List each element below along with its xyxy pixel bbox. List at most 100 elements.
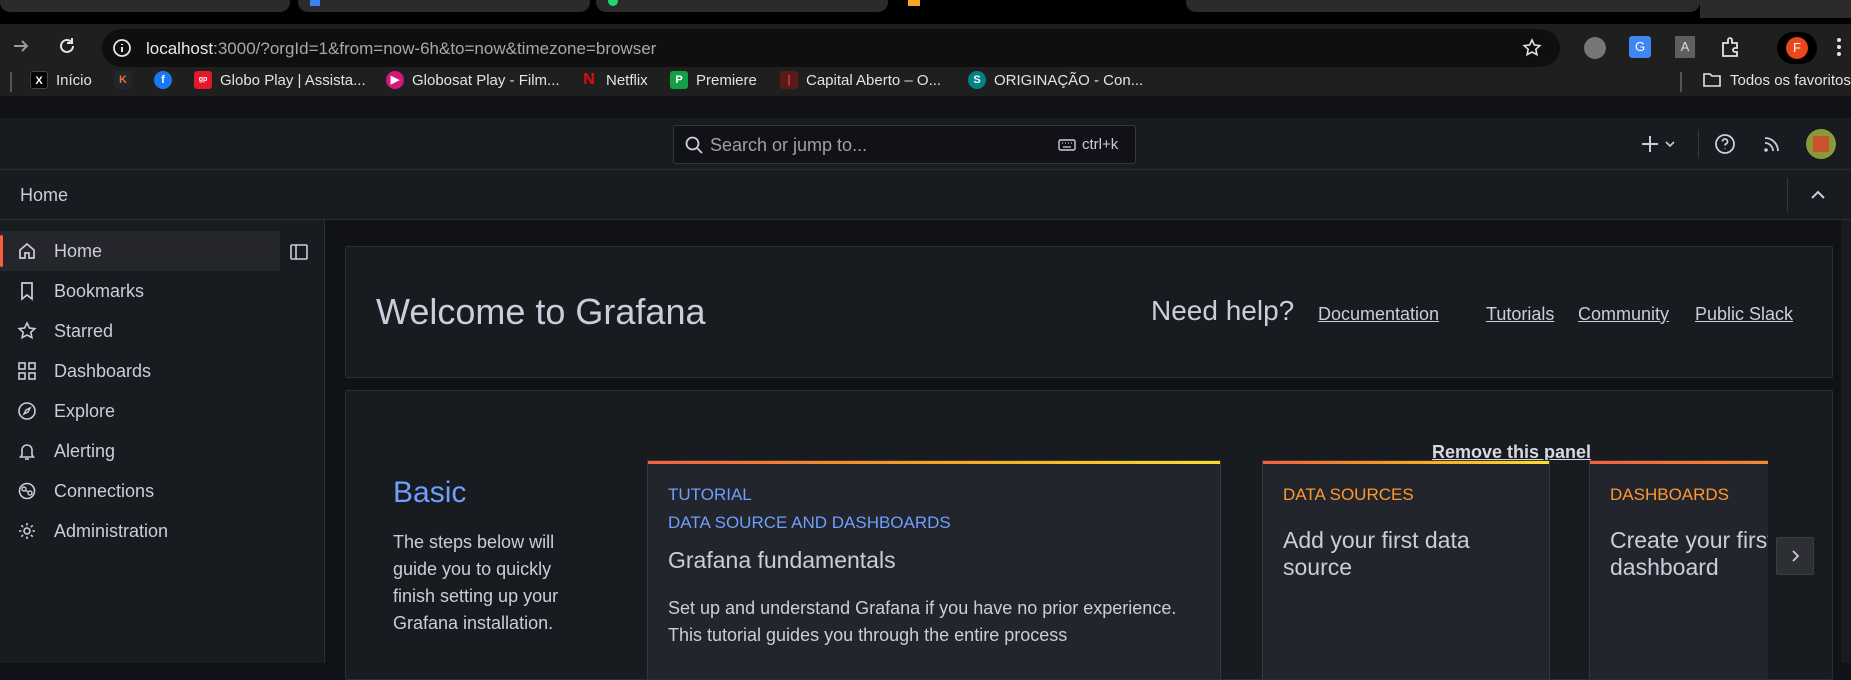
browser-tab[interactable] bbox=[0, 0, 290, 12]
star-icon bbox=[0, 321, 54, 341]
topbar-divider bbox=[1698, 130, 1699, 158]
bookmark-item[interactable]: X Início bbox=[30, 71, 92, 89]
datasources-card[interactable]: DATA SOURCES Add your first data source bbox=[1262, 460, 1550, 679]
bookmark-item[interactable]: ▶ Globosat Play - Film... bbox=[386, 71, 560, 89]
bookmarks-separator bbox=[1680, 72, 1682, 92]
basic-title: Basic bbox=[393, 476, 467, 509]
dock-menu-icon[interactable] bbox=[289, 242, 309, 262]
datasources-title: Add your first data source bbox=[1283, 527, 1470, 580]
search-input[interactable]: Search or jump to... ctrl+k bbox=[673, 125, 1136, 164]
avatar-pattern bbox=[1813, 136, 1829, 152]
google-translate-icon[interactable]: G bbox=[1629, 36, 1651, 58]
browser-tab[interactable] bbox=[1186, 0, 1700, 12]
browser-tab[interactable] bbox=[298, 0, 590, 12]
new-menu-button[interactable] bbox=[1640, 133, 1684, 155]
bookmark-item[interactable]: gp Globo Play | Assista... bbox=[194, 71, 366, 89]
reload-icon[interactable] bbox=[56, 35, 78, 57]
address-bar[interactable]: localhost:3000/?orgId=1&from=now-6h&to=n… bbox=[102, 29, 1560, 67]
site-info-icon[interactable] bbox=[112, 38, 132, 58]
extension-a-icon[interactable]: A bbox=[1675, 36, 1695, 58]
bookmark-item[interactable]: K bbox=[114, 71, 132, 89]
breadcrumb-bar: Home bbox=[0, 170, 1851, 220]
all-bookmarks-folder[interactable]: Todos os favoritos bbox=[1702, 71, 1851, 89]
tutorial-title: Grafana fundamentals bbox=[668, 547, 896, 573]
dashboards-card-clip: DASHBOARDS Create your first dashboard bbox=[1589, 460, 1768, 679]
x-logo-icon: X bbox=[30, 71, 48, 89]
card-accent-bar bbox=[1590, 461, 1768, 464]
bookmark-item[interactable]: S ORIGINAÇÃO - Con... bbox=[968, 71, 1143, 89]
bookmark-item[interactable]: N Netflix bbox=[580, 71, 647, 89]
tutorial-description: Set up and understand Grafana if you hav… bbox=[668, 598, 1177, 645]
whatsapp-icon bbox=[608, 0, 618, 6]
tutorials-link[interactable]: Tutorials bbox=[1486, 304, 1554, 325]
capital-aberto-icon: | bbox=[780, 71, 798, 89]
bookmark-item[interactable]: f bbox=[154, 71, 172, 89]
facebook-icon: f bbox=[154, 71, 172, 89]
search-shortcut: ctrl+k bbox=[1082, 136, 1119, 153]
dashboards-card[interactable]: DASHBOARDS Create your first dashboard bbox=[1589, 460, 1768, 679]
bookmark-icon bbox=[0, 281, 54, 301]
chevron-up-icon[interactable] bbox=[1808, 185, 1828, 205]
globoplay-icon: gp bbox=[194, 71, 212, 89]
next-step-button[interactable] bbox=[1776, 537, 1814, 575]
cog-icon bbox=[0, 521, 54, 541]
dashboards-kicker: DASHBOARDS bbox=[1610, 485, 1730, 504]
help-label: Need help? bbox=[1151, 295, 1295, 326]
url-text: localhost:3000/?orgId=1&from=now-6h&to=n… bbox=[146, 39, 657, 58]
datasources-kicker: DATA SOURCES bbox=[1283, 485, 1414, 504]
home-icon bbox=[0, 241, 54, 261]
public-slack-link[interactable]: Public Slack bbox=[1695, 304, 1793, 325]
user-avatar[interactable] bbox=[1806, 129, 1836, 159]
documentation-link[interactable]: Documentation bbox=[1318, 304, 1439, 325]
scrollbar-track[interactable] bbox=[1841, 220, 1851, 663]
connections-icon bbox=[0, 481, 54, 501]
nav-item-connections[interactable]: Connections bbox=[0, 471, 280, 511]
tutorial-card[interactable]: TUTORIAL DATA SOURCE AND DASHBOARDS Graf… bbox=[647, 460, 1221, 679]
compass-icon bbox=[0, 401, 54, 421]
card-accent-bar bbox=[648, 461, 1220, 464]
search-icon bbox=[684, 135, 704, 155]
nav-item-bookmarks[interactable]: Bookmarks bbox=[0, 271, 280, 311]
chevron-right-icon bbox=[1792, 550, 1800, 562]
apps-icon bbox=[0, 361, 54, 381]
tutorial-subkicker: DATA SOURCE AND DASHBOARDS bbox=[668, 513, 951, 532]
community-link[interactable]: Community bbox=[1578, 304, 1669, 325]
bookmarks-separator bbox=[10, 72, 12, 92]
nav-item-starred[interactable]: Starred bbox=[0, 311, 280, 351]
bookmark-star-icon[interactable] bbox=[1522, 38, 1542, 58]
bookmark-item[interactable]: | Capital Aberto – O... bbox=[780, 71, 941, 89]
profile-button[interactable]: F bbox=[1777, 32, 1817, 64]
nav-item-administration[interactable]: Administration bbox=[0, 511, 280, 551]
main-content: Welcome to Grafana Need help? Documentat… bbox=[326, 220, 1851, 680]
globosat-play-icon: ▶ bbox=[386, 71, 404, 89]
browser-toolbar: localhost:3000/?orgId=1&from=now-6h&to=n… bbox=[0, 24, 1851, 96]
bell-icon bbox=[0, 441, 54, 461]
nav-item-explore[interactable]: Explore bbox=[0, 391, 280, 431]
folder-icon bbox=[1703, 73, 1721, 87]
window-controls[interactable] bbox=[1700, 0, 1851, 18]
netflix-icon: N bbox=[583, 71, 595, 88]
premiere-icon: P bbox=[670, 71, 688, 89]
browser-menu-icon[interactable] bbox=[1836, 36, 1842, 58]
grafana-tab-icon bbox=[908, 0, 920, 6]
bookmark-item[interactable]: P Premiere bbox=[670, 71, 757, 89]
extensions-puzzle-icon[interactable] bbox=[1719, 35, 1743, 59]
windows-icon bbox=[310, 0, 320, 6]
grafana-top-bar: Search or jump to... ctrl+k bbox=[0, 118, 1851, 170]
keyboard-icon bbox=[1058, 138, 1076, 152]
getting-started-panel: Remove this panel Basic The steps below … bbox=[345, 390, 1833, 680]
dashboards-title: Create your first dashboard bbox=[1610, 527, 1768, 580]
extension-owl-icon[interactable] bbox=[1584, 37, 1606, 59]
browser-tab[interactable] bbox=[596, 0, 888, 12]
card-accent-bar bbox=[1263, 461, 1549, 464]
nav-item-alerting[interactable]: Alerting bbox=[0, 431, 280, 471]
breadcrumb[interactable]: Home bbox=[20, 185, 68, 206]
nav-item-home[interactable]: Home bbox=[0, 231, 280, 271]
browser-tab-strip bbox=[0, 0, 1851, 24]
help-icon[interactable] bbox=[1714, 133, 1736, 155]
forward-icon[interactable] bbox=[10, 35, 32, 57]
nav-item-dashboards[interactable]: Dashboards bbox=[0, 351, 280, 391]
breadcrumb-divider bbox=[1787, 178, 1788, 212]
news-rss-icon[interactable] bbox=[1762, 134, 1782, 154]
welcome-panel: Welcome to Grafana Need help? Documentat… bbox=[345, 246, 1833, 378]
